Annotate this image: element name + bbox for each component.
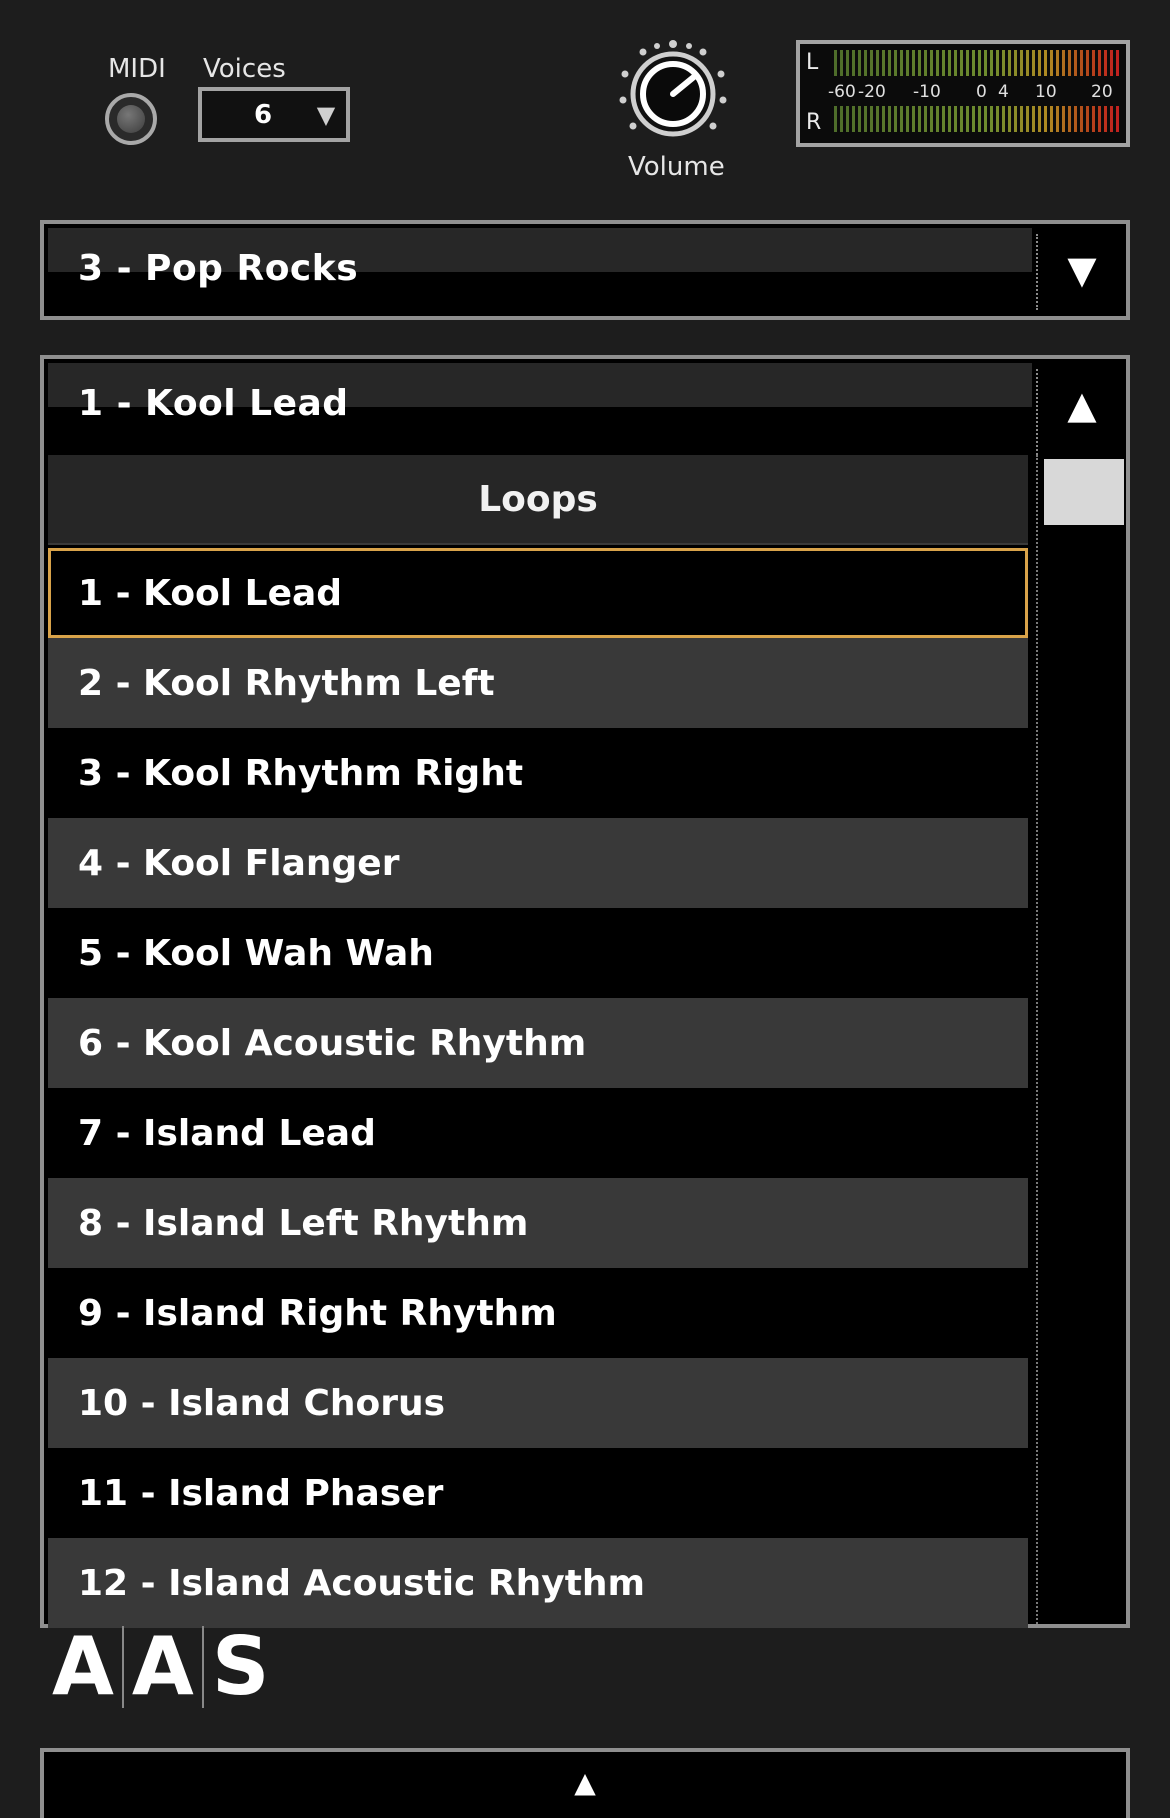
loop-panel: 1 - Kool Lead ▲ Loops 1 - Kool Lead 2 - … <box>40 355 1130 1628</box>
loop-item[interactable]: 3 - Kool Rhythm Right <box>48 728 1028 818</box>
volume-label: Volume <box>628 152 725 182</box>
loop-item[interactable]: 10 - Island Chorus <box>48 1358 1028 1448</box>
loop-dropdown-header[interactable]: 1 - Kool Lead ▲ <box>44 359 1126 455</box>
triangle-down-icon: ▼ <box>316 100 336 129</box>
meter-tick: -20 <box>858 82 886 102</box>
logo-letter: A <box>52 1620 114 1713</box>
loop-item[interactable]: 12 - Island Acoustic Rhythm <box>48 1538 1028 1628</box>
meter-right-label: R <box>806 110 822 135</box>
loop-item[interactable]: 11 - Island Phaser <box>48 1448 1028 1538</box>
meter-right-bar <box>834 106 1119 132</box>
meter-left-label: L <box>806 50 819 75</box>
midi-label: MIDI <box>108 54 166 84</box>
loops-list-title: Loops <box>48 455 1028 545</box>
loop-item[interactable]: 6 - Kool Acoustic Rhythm <box>48 998 1028 1088</box>
triangle-up-icon[interactable]: ▲ <box>1058 383 1106 427</box>
meter-tick: -10 <box>913 82 941 102</box>
meter-scale: -60 -20 -10 0 4 10 20 <box>828 82 1118 106</box>
loop-item[interactable]: 2 - Kool Rhythm Left <box>48 638 1028 728</box>
meter-tick: 10 <box>1035 82 1057 102</box>
loop-item[interactable]: 5 - Kool Wah Wah <box>48 908 1028 998</box>
voices-dropdown[interactable]: 6 ▼ <box>198 87 350 142</box>
level-meter: L -60 -20 -10 0 4 10 20 R <box>796 40 1130 147</box>
loop-item[interactable]: 9 - Island Right Rhythm <box>48 1268 1028 1358</box>
midi-indicator <box>105 93 157 145</box>
loop-list-scrollbar[interactable] <box>1036 455 1126 1624</box>
loop-item[interactable]: 8 - Island Left Rhythm <box>48 1178 1028 1268</box>
preset-dropdown[interactable]: 3 - Pop Rocks ▼ <box>40 220 1130 320</box>
preset-selected: 3 - Pop Rocks <box>78 248 359 289</box>
voices-label: Voices <box>203 54 286 84</box>
voices-value: 6 <box>253 99 273 130</box>
aas-logo: A A S <box>44 1626 277 1708</box>
meter-tick: 4 <box>998 82 1009 102</box>
logo-letter: A <box>131 1620 194 1713</box>
loop-list: 1 - Kool Lead 2 - Kool Rhythm Left 3 - K… <box>48 548 1028 1628</box>
loop-item[interactable]: 1 - Kool Lead <box>48 548 1028 638</box>
triangle-down-icon[interactable]: ▼ <box>1058 248 1106 292</box>
loop-current: 1 - Kool Lead <box>78 383 349 424</box>
triangle-up-icon[interactable]: ▲ <box>44 1766 1126 1799</box>
meter-tick: -60 <box>828 82 856 102</box>
loop-item[interactable]: 4 - Kool Flanger <box>48 818 1028 908</box>
meter-tick: 0 <box>976 82 987 102</box>
scrollbar-thumb[interactable] <box>1044 459 1124 525</box>
meter-tick: 20 <box>1091 82 1113 102</box>
bottom-panel-toggle[interactable]: ▲ <box>40 1748 1130 1818</box>
volume-knob[interactable] <box>617 38 729 150</box>
loop-item[interactable]: 7 - Island Lead <box>48 1088 1028 1178</box>
logo-letter: S <box>211 1620 270 1713</box>
meter-left-bar <box>834 50 1119 76</box>
